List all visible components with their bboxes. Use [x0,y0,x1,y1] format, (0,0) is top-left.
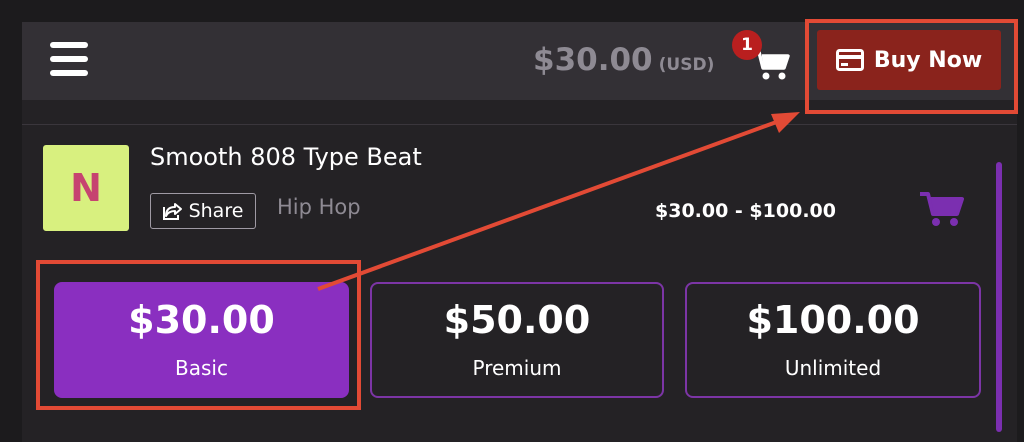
annotation-box-basic [36,260,361,410]
license-tier: Premium [472,356,562,380]
share-button[interactable]: Share [150,193,256,229]
hamburger-icon[interactable] [50,42,88,76]
price-range: $30.00 - $100.00 [655,200,836,222]
track-title[interactable]: Smooth 808 Type Beat [150,143,422,171]
cart-count-badge: 1 [732,30,762,60]
currency-label: (USD) [658,55,715,75]
track-thumbnail[interactable]: N [43,145,129,231]
genre-tag[interactable]: Hip Hop [277,195,361,219]
license-price: $100.00 [746,298,920,342]
cart-total-amount: $30.00 [533,42,653,78]
share-label: Share [188,200,244,222]
cart-total: $30.00 (USD) [533,40,714,80]
section-divider [22,124,1017,125]
license-price: $50.00 [443,298,591,342]
share-icon [162,203,182,220]
license-card-unlimited[interactable]: $100.00 Unlimited [685,282,981,398]
annotation-box-buy-now [805,19,1018,114]
license-card-premium[interactable]: $50.00 Premium [370,282,664,398]
cart-purple-icon[interactable] [920,190,964,228]
license-tier: Unlimited [784,356,882,380]
scrollbar[interactable] [996,162,1002,432]
